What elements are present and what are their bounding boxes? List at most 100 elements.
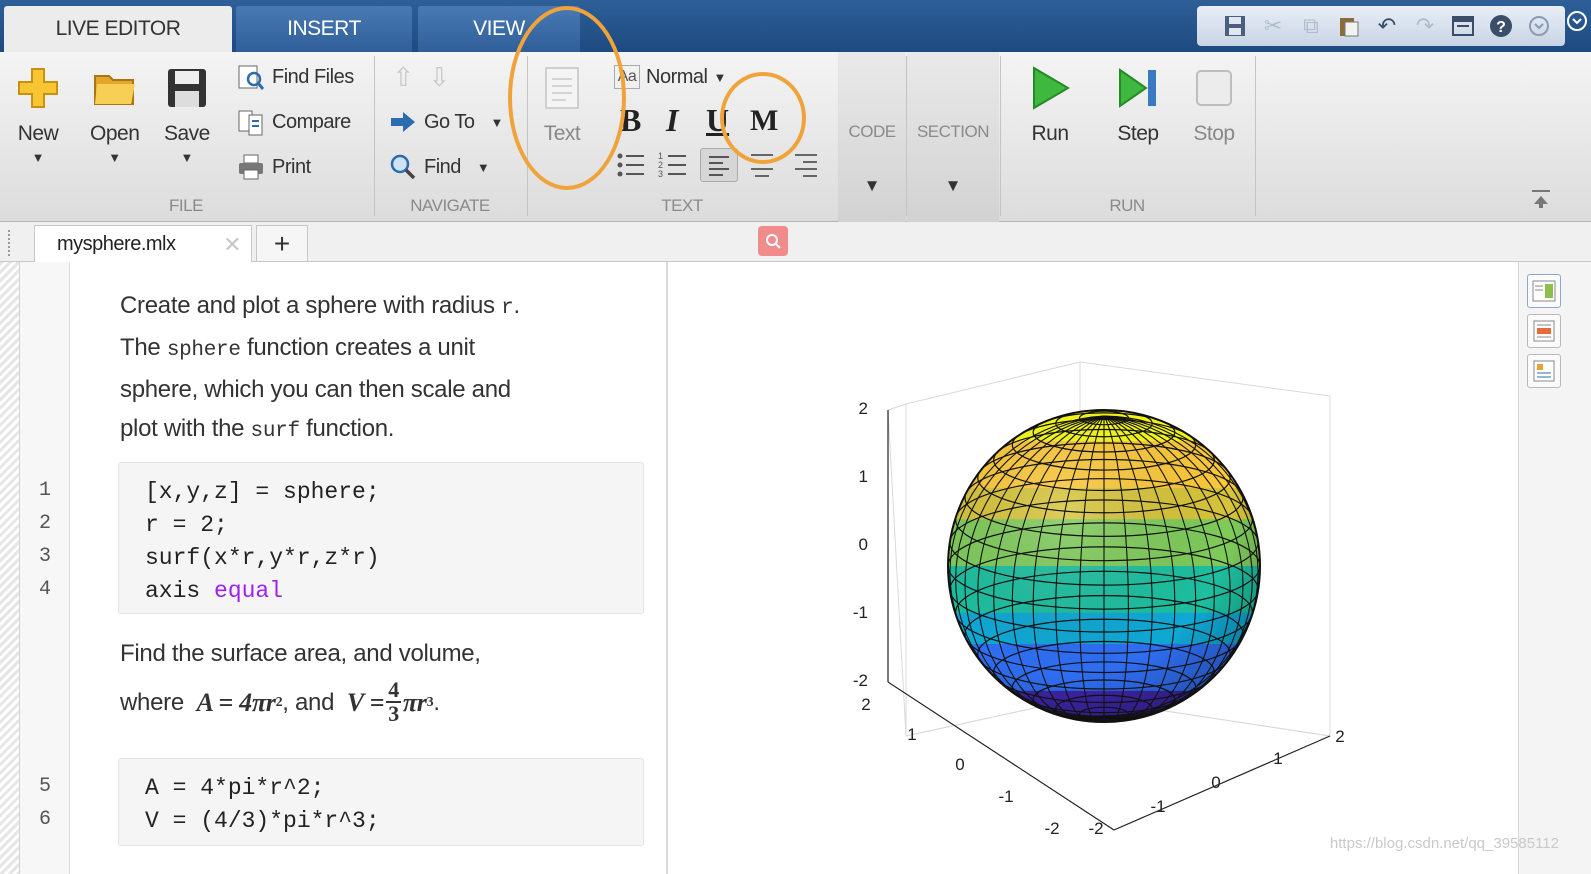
code-group[interactable]: CODE ▼ <box>838 52 906 222</box>
code-line: surf(x*r,y*r,z*r) <box>145 545 380 571</box>
save-icon[interactable] <box>1221 12 1249 40</box>
code-block-1[interactable]: [x,y,z] = sphere; r = 2; surf(x*r,y*r,z*… <box>118 462 644 614</box>
text-style-icon: Aa <box>614 65 640 89</box>
text-group-label: TEXT <box>661 196 703 215</box>
file-group-label: FILE <box>169 196 203 215</box>
collapse-ribbon-icon[interactable] <box>1528 186 1554 212</box>
caret-down-icon: ▼ <box>490 114 504 130</box>
print-button[interactable]: Print <box>236 150 311 184</box>
line-number: 3 <box>38 545 51 568</box>
z-tick-label: 0 <box>859 535 868 554</box>
search-icon[interactable] <box>758 226 788 256</box>
para1-line1: Create and plot a sphere with radius r. <box>120 292 520 320</box>
code-line: V = (4/3)*pi*r^3; <box>145 808 380 834</box>
caret-down-icon: ▼ <box>476 159 490 175</box>
align-center-icon[interactable] <box>748 152 778 182</box>
text-button[interactable]: Text <box>540 62 584 146</box>
bulleted-list-icon[interactable] <box>616 150 646 180</box>
magnifier-icon <box>388 152 418 182</box>
section-group[interactable]: SECTION ▼ <box>907 52 999 222</box>
y-ticks: 2 1 0 -1 -2 <box>1088 727 1344 838</box>
step-button[interactable]: Step <box>1116 62 1160 146</box>
redo-icon[interactable]: ↷ <box>1411 12 1439 40</box>
caret-down-icon: ▼ <box>944 176 962 195</box>
numbered-list-icon[interactable]: 123 <box>658 150 688 180</box>
italic-button[interactable]: I <box>666 102 678 139</box>
para2-line1: Find the surface area, and volume, <box>120 640 481 667</box>
align-left-icon[interactable] <box>700 148 738 182</box>
section-group-label: SECTION <box>916 122 990 141</box>
add-tab-button[interactable]: + <box>256 225 308 261</box>
run-button[interactable]: Run <box>1028 62 1072 146</box>
collapse-toolstrip-icon[interactable] <box>1565 10 1589 42</box>
find-files-button[interactable]: Find Files <box>236 60 354 94</box>
y-tick-label: -1 <box>1150 797 1165 816</box>
quick-access-toolbar: ✂ ⧉ ↶ ↷ ? <box>1197 6 1565 46</box>
window-layout-icon[interactable] <box>1449 12 1477 40</box>
output-right-icon[interactable] <box>1527 274 1561 308</box>
output-inline-icon[interactable] <box>1527 314 1561 348</box>
monospace-button[interactable]: M <box>750 104 778 138</box>
group-divider <box>1255 56 1256 216</box>
y-tick-label: 1 <box>1273 749 1282 768</box>
para1-line4: plot with the surf function. <box>120 415 395 443</box>
undo-icon[interactable]: ↶ <box>1373 12 1401 40</box>
y-tick-label: 2 <box>1335 727 1344 746</box>
code-block-2[interactable]: A = 4*pi*r^2; V = (4/3)*pi*r^3; <box>118 758 644 846</box>
ribbon: New ▼ Open ▼ Save ▼ Find Files Compare P… <box>0 52 1591 222</box>
close-icon[interactable]: ✕ <box>223 232 241 258</box>
tab-view[interactable]: VIEW <box>418 6 580 52</box>
navigate-group-label: NAVIGATE <box>410 196 490 215</box>
caret-down-icon: ▼ <box>180 150 194 165</box>
go-to-button[interactable]: Go To ▼ <box>388 105 503 139</box>
tab-live-editor[interactable]: LIVE EDITOR <box>4 6 232 52</box>
underline-button[interactable]: U <box>706 102 729 139</box>
cut-icon[interactable]: ✂ <box>1259 12 1287 40</box>
z-tick-label: -2 <box>853 671 868 690</box>
x-ticks: 2 1 0 -1 -2 <box>861 695 1059 838</box>
new-button[interactable]: New ▼ <box>16 62 60 165</box>
bold-button[interactable]: B <box>620 102 641 139</box>
open-button[interactable]: Open ▼ <box>90 62 140 165</box>
sphere-surface-plot[interactable]: 2 1 0 -1 -2 2 1 0 -1 -2 2 1 0 -1 -2 <box>670 262 1518 874</box>
fraction: 43 <box>386 677 401 726</box>
find-files-icon <box>236 62 266 92</box>
para2-line2: where A = 4πr 2, and V = 4 3 πr 3. <box>120 677 440 726</box>
group-divider <box>1000 56 1001 216</box>
x-tick-label: -1 <box>998 787 1013 806</box>
z-ticks: 2 1 0 -1 -2 <box>853 399 868 690</box>
z-tick-label: 1 <box>859 467 868 486</box>
para1-line3: sphere, which you can then scale and <box>120 376 511 403</box>
text-only-icon[interactable] <box>1527 354 1561 388</box>
arrow-down-icon[interactable]: ⇩ <box>424 62 454 92</box>
tab-insert[interactable]: INSERT <box>236 6 412 52</box>
paste-icon[interactable] <box>1335 12 1363 40</box>
stop-button[interactable]: Stop <box>1192 62 1236 146</box>
line-number: 1 <box>38 479 51 502</box>
copy-icon[interactable]: ⧉ <box>1297 12 1325 40</box>
compare-icon <box>236 107 266 137</box>
caret-down-icon: ▼ <box>108 150 122 165</box>
drag-handle-icon[interactable] <box>8 230 14 256</box>
para1-line2: The sphere function creates a unit <box>120 334 475 362</box>
code-line: axis equal <box>145 578 284 604</box>
find-button[interactable]: Find ▼ <box>388 150 490 184</box>
text-paragraph-2[interactable]: Find the surface area, and volume, where… <box>120 634 481 725</box>
step-icon <box>1116 62 1160 114</box>
save-button[interactable]: Save ▼ <box>164 62 210 165</box>
line-number: 2 <box>38 512 51 535</box>
document-tab-mysphere[interactable]: mysphere.mlx ✕ <box>34 225 252 263</box>
compare-button[interactable]: Compare <box>236 105 351 139</box>
line-number: 4 <box>38 578 51 601</box>
text-paragraph-1[interactable]: Create and plot a sphere with radius r. … <box>120 286 520 451</box>
text-style-dropdown[interactable]: Aa Normal ▼ <box>614 60 726 94</box>
text-document-icon <box>540 62 584 114</box>
help-icon[interactable]: ? <box>1487 12 1515 40</box>
arrow-up-icon[interactable]: ⇧ <box>388 62 418 92</box>
code-line: r = 2; <box>145 512 228 538</box>
x-tick-label: 0 <box>955 755 964 774</box>
group-divider <box>374 56 375 216</box>
dropdown-icon[interactable] <box>1525 12 1553 40</box>
align-right-icon[interactable] <box>792 152 822 182</box>
play-icon <box>1028 62 1072 114</box>
